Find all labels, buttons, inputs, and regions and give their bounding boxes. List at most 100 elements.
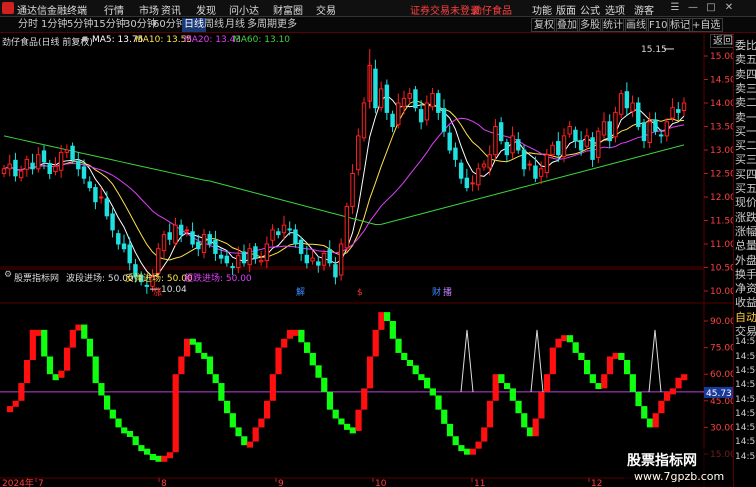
menu-hangqing[interactable]: 行情 [104,2,124,17]
kline-chart[interactable]: 15.00 14.50 14.00 13.50 13.00 12.50 12.00 11.50… [0,34,733,487]
candle-body [310,257,315,262]
candle-body [247,248,252,266]
menu-zixun[interactable]: 资讯 [161,2,181,17]
ma20-line [3,117,685,254]
candle-body [41,150,47,163]
candle-body [493,126,498,156]
indicator-bar [155,455,162,462]
price-tick-label: 15.00 [710,52,733,62]
period-multi[interactable]: 多周期 [247,18,277,32]
period-30min[interactable]: 30分钟 [124,18,157,32]
close-icon[interactable]: ✕ [722,1,736,15]
time-axis-label: 9 [278,479,284,487]
indicator-bar [178,356,185,375]
minimize-icon[interactable]: — [686,1,700,15]
period-more[interactable]: 更多 [277,18,297,32]
indicator-bar [612,352,619,359]
indicator-bar [138,445,145,452]
menu-xuanxiang[interactable]: 选项 [605,2,625,17]
indicator-spike [460,329,474,392]
candle-body [93,187,98,203]
period-daily[interactable]: 日线 [182,18,206,32]
candle-body [218,254,224,259]
candle-body [676,109,681,113]
indicator-bar [218,383,225,401]
menu-banmian[interactable]: 版面 [556,2,576,17]
indicator-bar [652,413,659,428]
indicator-settings-icon[interactable]: ⚙ [4,270,12,280]
indicator-bar [515,400,522,414]
candle-body [224,255,230,264]
period-1min[interactable]: 1分钟 [41,18,67,32]
indicator-bar [629,374,636,392]
menu-wenxiaoda[interactable]: 问小达 [229,2,259,17]
indicator-bar [115,418,122,428]
indicator-bar [681,374,688,381]
user-guest[interactable]: 游客 [634,2,654,17]
candle-body [590,137,595,160]
indicator-bar [429,388,436,396]
btn-add-favorite[interactable]: +自选 [689,18,724,32]
right-quote-panel: 委比 卖五 卖四 卖三 卖二 卖一 买一 买二 买三 买四 买五 现价 涨跌 涨幅 总量 外盘 换手 净资 收益 自动… [733,34,756,487]
price-tick-label: 11.00 [710,240,733,250]
watermark-url: www.7gpzb.com [634,470,725,483]
candle-body [498,122,504,142]
period-60min[interactable]: 60分钟 [153,18,186,32]
candle-body [7,163,12,170]
period-monthly[interactable]: 月线 [225,18,245,32]
indicator-bar [212,374,219,384]
ma10-line [3,100,685,261]
indicator-tick-label: 30.00 [710,423,733,433]
indicator-bar [424,377,431,389]
indicator-bar [304,342,311,353]
indicator-bar [355,409,362,431]
period-15min[interactable]: 15分钟 [93,18,126,32]
candle-body [458,162,464,179]
candle-body [653,119,658,132]
menu-shichang[interactable]: 市场 [139,2,159,17]
indicator-bar [18,383,25,401]
indicator-bar [646,418,654,428]
period-5min[interactable]: 5分钟 [67,18,93,32]
time-axis-label: 11 [474,479,485,487]
indicator-bar [498,374,505,384]
indicator-bar [104,395,111,410]
indicator-current-value: 45.73 [706,389,732,399]
candle-body [453,147,458,160]
period-fenshi[interactable]: 分时 [18,18,38,32]
indicator-bar [504,383,511,390]
indicator-bar [24,360,31,384]
candle-body [30,162,35,170]
indicator-spike [530,329,544,392]
candle-body [624,91,630,109]
indicator-bar [338,418,345,425]
menu-faxian[interactable]: 发现 [196,2,216,17]
indicator-bar [601,374,608,389]
candle-body [670,107,675,119]
indicator-bar [446,423,454,437]
indicator-bar [64,347,71,371]
candle-body [338,243,344,276]
right-panel-item: 14:56 [735,394,756,405]
right-panel-item: 14:56 [735,337,756,348]
menu-caifuquan[interactable]: 财富圈 [273,2,303,17]
candle-body [258,259,264,263]
login-notice[interactable]: 证券交易未登录 [410,2,480,17]
candle-body [401,97,407,108]
candle-body [556,141,561,156]
candle-body [321,252,327,266]
indicator-bar [509,388,516,401]
candle-body [253,246,258,259]
candle-body [544,154,550,174]
candle-body [476,168,481,186]
period-weekly[interactable]: 周线 [204,18,224,32]
menu-jiaoyi[interactable]: 交易 [316,2,336,17]
indicator-bar [6,406,14,413]
menu-gongshi[interactable]: 公式 [580,2,600,17]
menu-gongneng[interactable]: 功能 [532,2,552,17]
maximize-icon[interactable]: □ [704,1,718,15]
indicator-bar [549,347,556,375]
candle-body [470,182,475,185]
indicator-bar [46,356,54,375]
settings-icon[interactable]: ☰ [668,1,682,15]
